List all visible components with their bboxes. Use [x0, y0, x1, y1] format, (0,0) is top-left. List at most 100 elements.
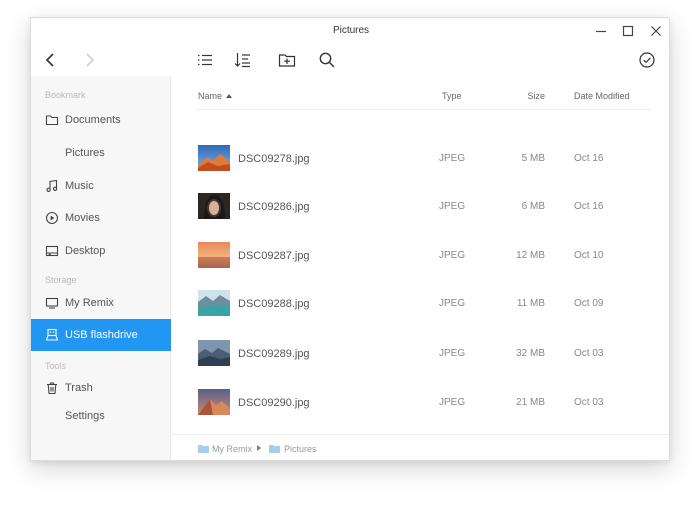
file-date: Oct 03 [574, 348, 604, 359]
breadcrumb: My Remix Pictures [172, 434, 669, 460]
file-row[interactable]: DSC09290.jpg JPEG 21 MB Oct 03 [172, 389, 669, 437]
sidebar: Bookmark Documents Pictures Music Movies… [31, 76, 171, 460]
file-name: DSC09289.jpg [238, 348, 310, 360]
file-list-pane: Name Type Size Date Modified DSC09278.jp… [172, 76, 669, 460]
image-thumbnail [198, 145, 230, 171]
breadcrumb-separator-icon [257, 445, 261, 451]
sidebar-section-tools: Tools [45, 361, 67, 371]
toolbar [31, 44, 669, 76]
sidebar-item-settings[interactable]: Settings [31, 400, 171, 432]
list-icon [198, 54, 212, 66]
file-name: DSC09288.jpg [238, 298, 310, 310]
breadcrumb-item-my-remix[interactable]: My Remix [212, 444, 252, 454]
title-bar: Pictures [31, 18, 669, 44]
sidebar-section-storage: Storage [45, 275, 77, 285]
usb-drive-icon [45, 328, 59, 342]
forward-button[interactable] [79, 50, 99, 70]
file-size: 12 MB [516, 250, 545, 261]
column-header-type[interactable]: Type [442, 91, 462, 101]
file-type: JPEG [439, 201, 466, 212]
search-icon [319, 52, 335, 68]
chevron-right-icon [86, 53, 95, 67]
list-view-button[interactable] [195, 50, 215, 70]
sidebar-section-bookmark: Bookmark [45, 90, 86, 100]
maximize-button[interactable] [620, 23, 636, 39]
sidebar-item-my-remix[interactable]: My Remix [31, 287, 171, 319]
select-button[interactable] [637, 50, 657, 70]
sidebar-item-documents[interactable]: Documents [31, 104, 171, 136]
new-folder-icon [278, 54, 296, 67]
desktop-icon [45, 244, 59, 258]
column-header-date-modified[interactable]: Date Modified [574, 91, 630, 101]
maximize-icon [622, 25, 634, 37]
column-header-name[interactable]: Name [198, 91, 233, 101]
image-thumbnail [198, 389, 230, 415]
file-type: JPEG [439, 348, 466, 359]
close-button[interactable] [648, 23, 664, 39]
sidebar-item-label: Music [65, 180, 94, 192]
minimize-button[interactable] [593, 23, 609, 39]
sidebar-item-label: Settings [65, 410, 105, 422]
column-header-name-label: Name [198, 91, 223, 101]
close-icon [651, 26, 661, 36]
sidebar-item-pictures[interactable]: Pictures [31, 137, 171, 169]
breadcrumb-item-pictures[interactable]: Pictures [284, 444, 317, 454]
file-date: Oct 03 [574, 397, 604, 408]
music-note-icon [45, 179, 59, 193]
file-type: JPEG [439, 397, 466, 408]
back-button[interactable] [41, 50, 61, 70]
file-date: Oct 16 [574, 153, 604, 164]
folder-icon [269, 445, 280, 453]
file-name: DSC09286.jpg [238, 201, 310, 213]
file-date: Oct 16 [574, 201, 604, 212]
file-date: Oct 10 [574, 250, 604, 261]
file-size: 5 MB [521, 153, 545, 164]
play-circle-icon [45, 211, 59, 225]
image-thumbnail [198, 290, 230, 316]
sidebar-item-label: Desktop [65, 245, 106, 257]
file-type: JPEG [439, 298, 466, 309]
folder-icon [45, 113, 59, 127]
file-row[interactable]: DSC09288.jpg JPEG 11 MB Oct 09 [172, 290, 669, 338]
column-header-size[interactable]: Size [527, 91, 545, 101]
sidebar-item-label: My Remix [65, 297, 114, 309]
file-type: JPEG [439, 250, 466, 261]
sort-button[interactable] [233, 50, 253, 70]
sidebar-item-usb-flashdrive[interactable]: USB flashdrive [31, 319, 171, 351]
sidebar-item-label: USB flashdrive [65, 329, 138, 341]
file-type: JPEG [439, 153, 466, 164]
minimize-icon [596, 30, 606, 33]
sidebar-item-label: Documents [65, 114, 121, 126]
sidebar-item-label: Trash [65, 382, 93, 394]
search-button[interactable] [317, 50, 337, 70]
trash-icon [45, 381, 59, 395]
file-name: DSC09287.jpg [238, 250, 310, 262]
sidebar-item-desktop[interactable]: Desktop [31, 235, 171, 267]
file-name: DSC09290.jpg [238, 397, 310, 409]
file-date: Oct 09 [574, 298, 604, 309]
file-size: 11 MB [516, 298, 545, 309]
file-row[interactable]: DSC09289.jpg JPEG 32 MB Oct 03 [172, 340, 669, 388]
file-row[interactable]: DSC09278.jpg JPEG 5 MB Oct 16 [172, 145, 669, 193]
sort-ascending-icon [226, 94, 233, 98]
file-manager-window: Pictures Bookmark Documents Pictures Mus… [30, 17, 670, 461]
image-thumbnail [198, 193, 230, 219]
file-size: 21 MB [516, 397, 545, 408]
monitor-icon [45, 296, 59, 310]
image-thumbnail [198, 340, 230, 366]
chevron-left-icon [45, 53, 54, 67]
file-size: 32 MB [516, 348, 545, 359]
file-size: 6 MB [521, 201, 545, 212]
new-folder-button[interactable] [277, 50, 297, 70]
file-row[interactable]: DSC09287.jpg JPEG 12 MB Oct 10 [172, 242, 669, 290]
window-title: Pictures [332, 25, 370, 36]
sidebar-item-music[interactable]: Music [31, 170, 171, 202]
sort-icon [234, 53, 250, 68]
sidebar-item-movies[interactable]: Movies [31, 202, 171, 234]
check-circle-icon [639, 52, 655, 68]
header-divider [196, 109, 651, 110]
image-thumbnail [198, 242, 230, 268]
file-name: DSC09278.jpg [238, 153, 310, 165]
file-row[interactable]: DSC09286.jpg JPEG 6 MB Oct 16 [172, 193, 669, 241]
sidebar-item-label: Movies [65, 212, 100, 224]
